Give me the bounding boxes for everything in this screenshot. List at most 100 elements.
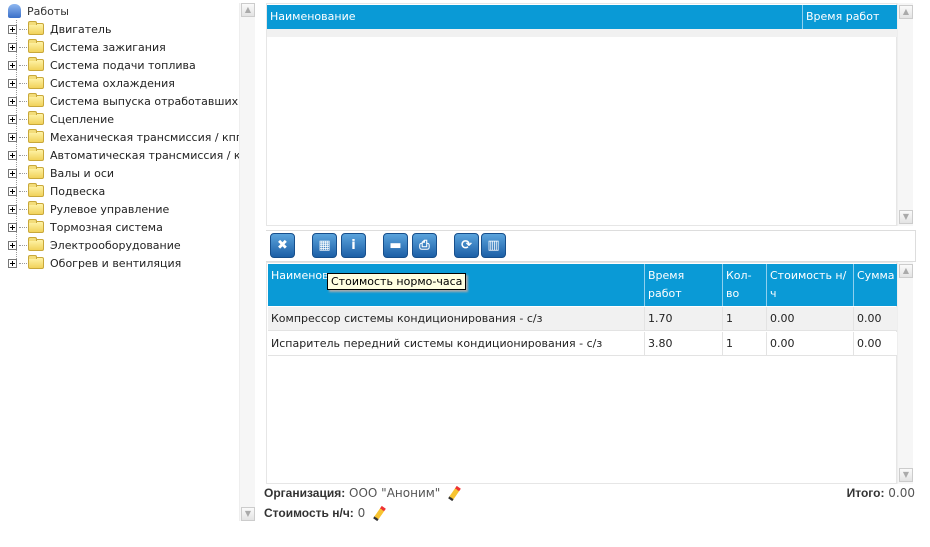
folder-icon — [28, 219, 44, 233]
folder-icon — [28, 21, 44, 35]
trash-button[interactable]: ▥ — [481, 233, 506, 258]
print-button[interactable]: ⎙ — [412, 233, 437, 258]
calculator-icon: ▦ — [318, 238, 331, 253]
folder-icon — [28, 255, 44, 269]
tree-connector — [19, 190, 27, 192]
folder-icon — [28, 201, 44, 215]
bottom-scrollbar[interactable]: ▲ ▼ — [897, 262, 913, 484]
tree-connector — [19, 262, 27, 264]
delete-button[interactable]: ✖ — [270, 233, 295, 258]
tree-item[interactable]: Автоматическая трансмиссия / кпп — [8, 146, 240, 164]
scroll-down-icon[interactable]: ▼ — [899, 210, 913, 224]
expand-plus-icon[interactable] — [8, 168, 17, 178]
refresh-button[interactable]: ⟳ — [454, 233, 479, 258]
tree-scrollbar[interactable]: ▲ ▼ — [239, 3, 255, 521]
folder-icon — [28, 237, 44, 251]
table-row[interactable]: Испаритель передний системы кондициониро… — [268, 332, 897, 356]
tree-item-label: Система выпуска отработавших газов — [50, 94, 240, 108]
scroll-up-icon[interactable]: ▲ — [899, 5, 913, 19]
refresh-icon: ⟳ — [461, 238, 472, 253]
col-qty[interactable]: Кол-во — [722, 264, 766, 306]
save-icon: ▬ — [389, 238, 402, 253]
expand-plus-icon[interactable] — [8, 78, 17, 88]
info-button[interactable]: i — [341, 233, 366, 258]
tree-item-label: Система охлаждения — [50, 76, 175, 90]
tree-item-label: Подвеска — [50, 184, 106, 198]
tree-connector — [19, 172, 27, 174]
expand-plus-icon[interactable] — [8, 186, 17, 196]
organization: Организация: ООО "Аноним" — [264, 485, 462, 502]
tree-connector — [19, 208, 27, 210]
tree-item[interactable]: Рулевое управление — [8, 200, 169, 218]
folder-icon — [28, 147, 44, 161]
edit-pencil-icon[interactable] — [373, 505, 386, 522]
col-name[interactable]: Наименование — [267, 5, 358, 29]
col-time[interactable]: Время работ — [802, 5, 882, 29]
expand-plus-icon[interactable] — [8, 258, 17, 268]
folder-icon — [28, 75, 44, 89]
col-time[interactable]: Время работ — [644, 264, 722, 306]
tree-item[interactable]: Система зажигания — [8, 38, 166, 56]
tree-connector — [19, 154, 27, 156]
expand-plus-icon[interactable] — [8, 24, 17, 34]
expand-plus-icon[interactable] — [8, 60, 17, 70]
tree-item[interactable]: Система выпуска отработавших газов — [8, 92, 240, 110]
tree-item[interactable]: Обогрев и вентиляция — [8, 254, 181, 272]
org-label: Организация: — [264, 486, 346, 500]
total: Итого: 0.00 — [847, 486, 915, 500]
tree-item-label: Рулевое управление — [50, 202, 170, 216]
expand-plus-icon[interactable] — [8, 240, 17, 250]
cell-time: 3.80 — [644, 332, 722, 355]
scroll-up-icon[interactable]: ▲ — [241, 3, 255, 17]
cell-name: Компрессор системы кондиционирования - с… — [271, 312, 543, 325]
tree-item[interactable]: Валы и оси — [8, 164, 114, 182]
works-icon — [8, 4, 21, 18]
expand-plus-icon[interactable] — [8, 42, 17, 52]
rate-value: 0 — [357, 506, 366, 520]
folder-icon — [28, 39, 44, 53]
tree-item[interactable]: Подвеска — [8, 182, 105, 200]
tree-item-label: Валы и оси — [50, 166, 115, 180]
table-row[interactable]: Компрессор системы кондиционирования - с… — [268, 307, 897, 331]
edit-pencil-icon[interactable] — [448, 485, 462, 502]
tree-connector — [19, 136, 27, 138]
tooltip: Стоимость нормо-часа — [327, 273, 467, 290]
tree-item[interactable]: Сцепление — [8, 110, 114, 128]
tree-root-label: Работы — [27, 4, 69, 18]
cell-sum: 0.00 — [853, 332, 897, 355]
expand-plus-icon[interactable] — [8, 96, 17, 106]
calculator-button[interactable]: ▦ — [312, 233, 337, 258]
tree-item[interactable]: Электрооборудование — [8, 236, 181, 254]
top-table-header: Наименование Время работ — [267, 5, 897, 29]
scroll-down-icon[interactable]: ▼ — [241, 507, 255, 521]
tree-item-label: Система подачи топлива — [50, 58, 196, 72]
print-icon: ⎙ — [419, 238, 430, 253]
tree-item[interactable]: Механическая трансмиссия / кпп — [8, 128, 240, 146]
tree-item[interactable]: Двигатель — [8, 20, 111, 38]
expand-plus-icon[interactable] — [8, 132, 17, 142]
col-sum[interactable]: Сумма — [853, 264, 897, 306]
expand-plus-icon[interactable] — [8, 114, 17, 124]
total-value: 0.00 — [888, 486, 915, 500]
expand-plus-icon[interactable] — [8, 222, 17, 232]
tree-connector — [19, 82, 27, 84]
scroll-up-icon[interactable]: ▲ — [899, 264, 913, 278]
expand-plus-icon[interactable] — [8, 150, 17, 160]
scroll-down-icon[interactable]: ▼ — [899, 468, 913, 482]
works-tree: Работы Двигатель Система зажигания Система… — [4, 0, 240, 522]
expand-plus-icon[interactable] — [8, 204, 17, 214]
tree-connector — [19, 244, 27, 246]
folder-icon — [28, 183, 44, 197]
tree-item[interactable]: Система охлаждения — [8, 74, 175, 92]
tree-item[interactable]: Система подачи топлива — [8, 56, 196, 74]
col-rate[interactable]: Стоимость н/ч — [766, 264, 853, 306]
cell-name: Испаритель передний системы кондициониро… — [271, 337, 603, 350]
tree-item-label: Автоматическая трансмиссия / кпп — [50, 148, 240, 162]
top-scrollbar[interactable]: ▲ ▼ — [897, 3, 913, 226]
cell-qty: 1 — [722, 307, 766, 330]
tree-item[interactable]: Тормозная система — [8, 218, 163, 236]
save-button[interactable]: ▬ — [383, 233, 408, 258]
tree-connector — [19, 64, 27, 66]
tree-root[interactable]: Работы — [8, 3, 69, 19]
tree-item-label: Механическая трансмиссия / кпп — [50, 130, 240, 144]
